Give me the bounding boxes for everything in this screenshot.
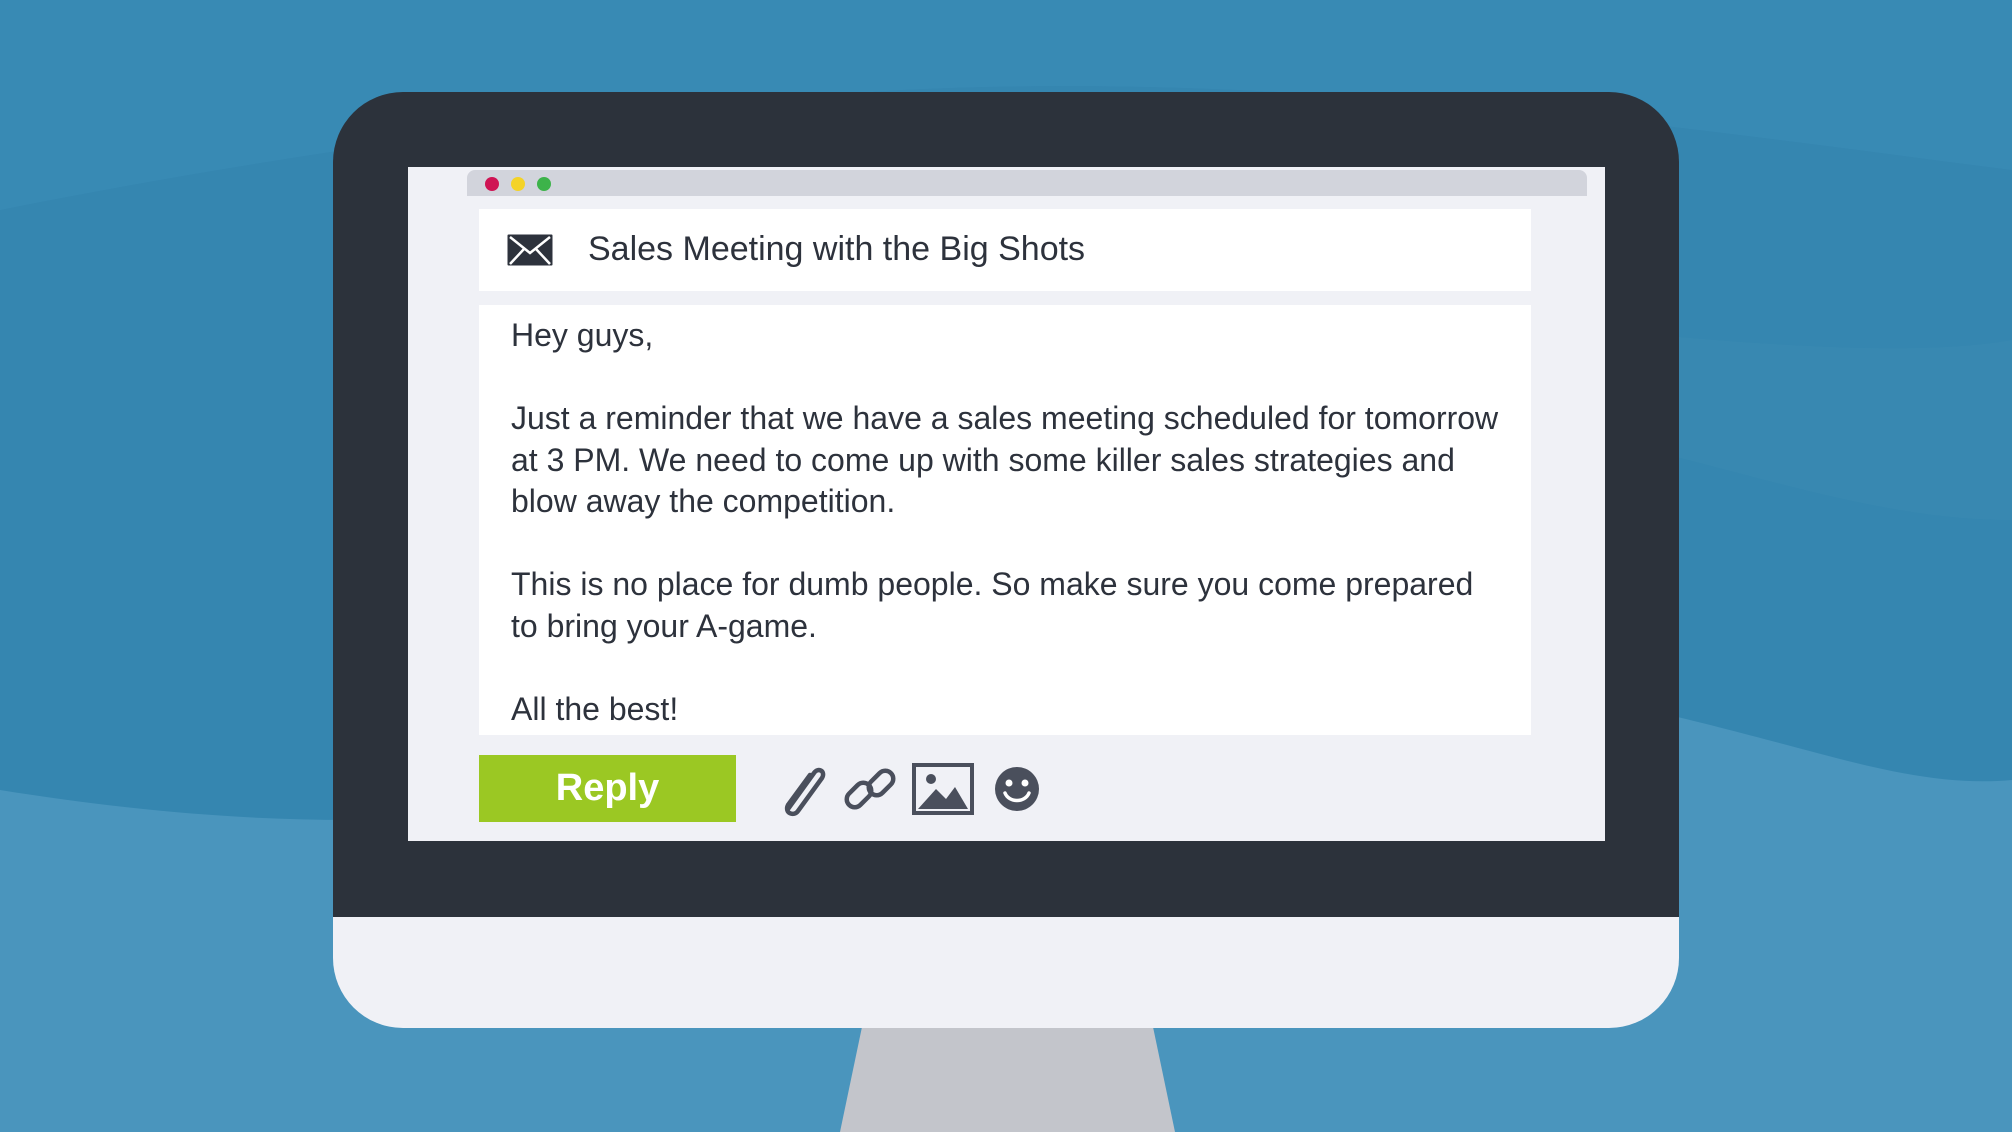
email-body: Hey guys, Just a reminder that we have a… [479, 305, 1531, 735]
window-close-button[interactable] [485, 177, 499, 191]
email-paragraph: Just a reminder that we have a sales mee… [511, 400, 1499, 519]
window-maximize-button[interactable] [537, 177, 551, 191]
reply-button[interactable]: Reply [479, 755, 736, 822]
window-titlebar [467, 170, 1587, 196]
window-minimize-button[interactable] [511, 177, 525, 191]
email-subject: Sales Meeting with the Big Shots [588, 230, 1086, 268]
paperclip-icon[interactable] [770, 757, 834, 821]
monitor-stand [840, 1020, 1175, 1132]
email-signoff: All the best! [511, 690, 679, 727]
email-window: Sales Meeting with the Big Shots Hey guy… [408, 167, 1605, 841]
email-paragraph: This is no place for dumb people. So mak… [511, 566, 1474, 644]
envelope-icon [507, 234, 553, 266]
email-subject-bar: Sales Meeting with the Big Shots [479, 209, 1531, 291]
emoji-icon[interactable] [985, 757, 1049, 821]
link-icon[interactable] [838, 757, 902, 821]
image-icon[interactable] [911, 757, 975, 821]
email-greeting: Hey guys, [511, 317, 654, 353]
